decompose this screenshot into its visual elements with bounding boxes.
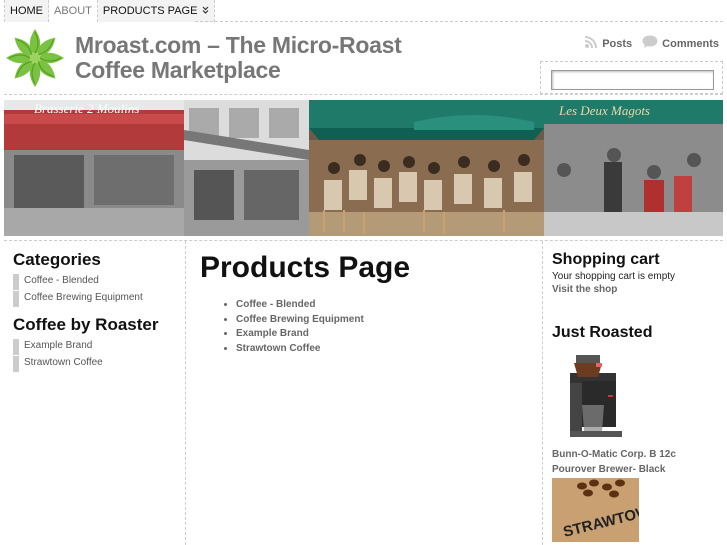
product-category-link[interactable]: Example Brand	[236, 327, 530, 342]
main-content: Products Page Coffee - Blended Coffee Br…	[200, 250, 530, 357]
strawtown-coffee-bag-image[interactable]: STRAWTOWN	[552, 478, 662, 542]
right-sidebar: Shopping cart Your shopping cart is empt…	[552, 251, 722, 542]
nav-products-page[interactable]: PRODUCTS PAGE	[97, 0, 214, 22]
roaster-item[interactable]: Example Brand	[13, 339, 183, 355]
product-name-link[interactable]: Bunn-O-Matic Corp. B 12c Pourover Brewer…	[552, 447, 722, 477]
site-title[interactable]: Mroast.com – The Micro-Roast Coffee Mark…	[75, 33, 425, 83]
nav-products-label: PRODUCTS PAGE	[102, 5, 198, 17]
category-item[interactable]: Coffee - Blended	[13, 274, 183, 290]
nav-divider	[195, 21, 723, 22]
green-leaf-star-logo-icon	[5, 29, 65, 88]
posts-feed-link[interactable]: Posts	[584, 35, 632, 52]
comments-feed-label: Comments	[662, 37, 719, 50]
roaster-list: Example Brand Strawtown Coffee	[13, 339, 183, 372]
search-box	[540, 61, 723, 94]
column-divider-left	[185, 241, 186, 545]
product-category-link[interactable]: Strawtown Coffee	[236, 342, 530, 357]
banner-sign-right: Les Deux Magots	[558, 103, 650, 118]
product-category-list: Coffee - Blended Coffee Brewing Equipmen…	[200, 298, 530, 357]
site-title-line2: Coffee Marketplace	[75, 57, 281, 83]
product-category-link[interactable]: Coffee Brewing Equipment	[236, 313, 530, 328]
nav-home-label: HOME	[10, 5, 43, 17]
product-category-link[interactable]: Coffee - Blended	[236, 298, 530, 313]
category-item[interactable]: Coffee Brewing Equipment	[13, 291, 183, 307]
search-input[interactable]	[551, 70, 714, 90]
categories-list: Coffee - Blended Coffee Brewing Equipmen…	[13, 274, 183, 307]
header-banner-image: Brasserie 2 Moulins Les Deux Magots	[4, 100, 723, 236]
just-roasted-heading: Just Roasted	[552, 324, 653, 341]
roaster-item[interactable]: Strawtown Coffee	[13, 356, 183, 372]
top-nav: HOME ABOUT PRODUCTS PAGE	[4, 0, 215, 22]
page-title: Products Page	[200, 251, 411, 284]
roaster-heading: Coffee by Roaster	[13, 315, 159, 334]
site-logo[interactable]	[4, 27, 66, 89]
visit-shop-link[interactable]: Visit the shop	[552, 284, 722, 295]
coffee-brewer-image[interactable]	[552, 355, 622, 445]
posts-feed-label: Posts	[602, 37, 633, 50]
categories-heading: Categories	[13, 250, 101, 269]
chevron-down-icon	[199, 6, 209, 16]
nav-about-label: ABOUT	[54, 5, 92, 17]
banner-divider	[4, 240, 723, 241]
column-divider-right	[542, 241, 543, 545]
banner-sign-left: Brasserie 2 Moulins	[34, 101, 139, 116]
rss-icon	[584, 35, 598, 52]
feed-links: Posts Comments	[584, 35, 719, 52]
nav-home[interactable]: HOME	[5, 0, 49, 22]
speech-bubble-icon	[642, 35, 658, 52]
shopping-cart-heading: Shopping cart	[552, 251, 660, 268]
cart-status: Your shopping cart is empty	[552, 271, 676, 282]
header-divider	[4, 94, 723, 95]
nav-about[interactable]: ABOUT	[49, 0, 98, 22]
left-sidebar: Categories Coffee - Blended Coffee Brewi…	[13, 250, 183, 380]
site-title-line1: Mroast.com – The Micro-Roast	[75, 32, 402, 58]
comments-feed-link[interactable]: Comments	[642, 35, 719, 52]
